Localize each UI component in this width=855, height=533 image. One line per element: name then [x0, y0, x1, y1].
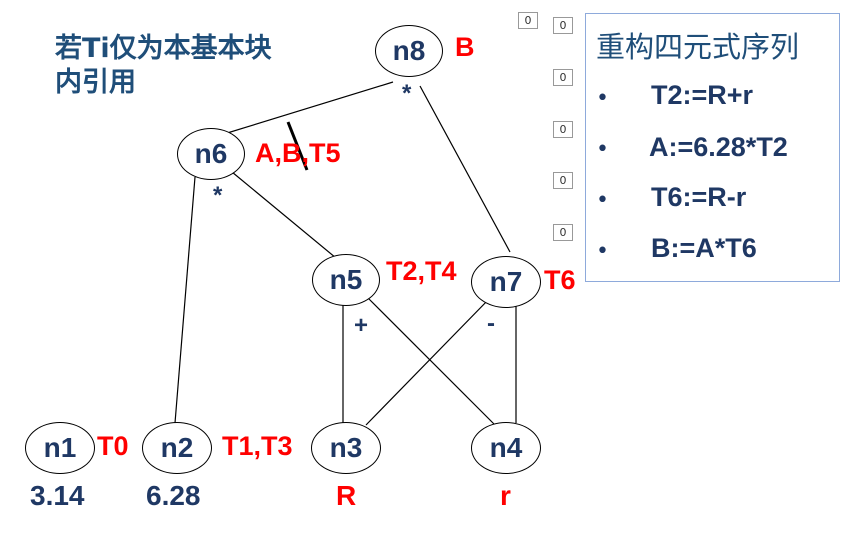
- node-n8[interactable]: n8: [375, 25, 443, 77]
- tag-n8: B: [455, 32, 475, 62]
- node-n4[interactable]: n4: [471, 422, 541, 474]
- bullet-1: •: [596, 86, 609, 111]
- op-n5: +: [354, 312, 369, 339]
- panel-title: 重构四元式序列: [596, 30, 800, 64]
- counter-box[interactable]: 0: [553, 121, 573, 138]
- bullet-3: •: [596, 188, 609, 213]
- value-n2: 6.28: [146, 480, 201, 511]
- bullet-4: •: [596, 239, 609, 264]
- quad-item-4: B:=A*T6: [651, 233, 757, 263]
- value-n1: 3.14: [30, 480, 85, 511]
- tag-n6-c: ,T5: [301, 138, 341, 168]
- tag-n5: T2,T4: [386, 256, 457, 286]
- edge-n6-n5: [231, 171, 337, 259]
- counter-box[interactable]: 0: [553, 172, 573, 189]
- quad-item-1: T2:=R+r: [651, 80, 754, 110]
- op-n6: *: [213, 182, 223, 209]
- tag-n7: T6: [544, 265, 576, 295]
- tag-n6-a: A,: [255, 138, 282, 168]
- note-title-line-2: 内引用: [55, 67, 136, 98]
- tag-n6-b-struck: B: [282, 138, 302, 168]
- node-n3[interactable]: n3: [311, 422, 381, 474]
- note-title-line-1: 若Ti仅为本基本块: [55, 33, 272, 64]
- value-n3: R: [336, 480, 357, 511]
- value-n4: r: [500, 480, 511, 511]
- node-n7[interactable]: n7: [471, 256, 541, 308]
- edge-n7-n3: [365, 297, 491, 426]
- node-n5[interactable]: n5: [312, 254, 380, 306]
- counter-box[interactable]: 0: [553, 17, 573, 34]
- counter-box[interactable]: 0: [518, 12, 538, 29]
- counter-box[interactable]: 0: [553, 224, 573, 241]
- counter-box[interactable]: 0: [553, 69, 573, 86]
- edge-n8-n7: [419, 85, 511, 253]
- note-title: 若Ti仅为本基本块 内引用: [55, 32, 272, 100]
- tag-n6: A,B,T5: [255, 138, 341, 169]
- tag-n1: T0: [97, 431, 129, 461]
- bullet-2: •: [596, 137, 609, 162]
- quad-item-3: T6:=R-r: [651, 182, 747, 212]
- node-n6[interactable]: n6: [177, 128, 245, 180]
- quad-item-2: A:=6.28*T2: [649, 132, 788, 162]
- node-n1[interactable]: n1: [25, 422, 95, 474]
- tag-n3: T1,T3: [222, 431, 293, 461]
- edge-n6-n2: [174, 176, 196, 424]
- op-n8: *: [402, 80, 412, 107]
- node-n2[interactable]: n2: [142, 422, 212, 474]
- op-n7: -: [487, 310, 495, 337]
